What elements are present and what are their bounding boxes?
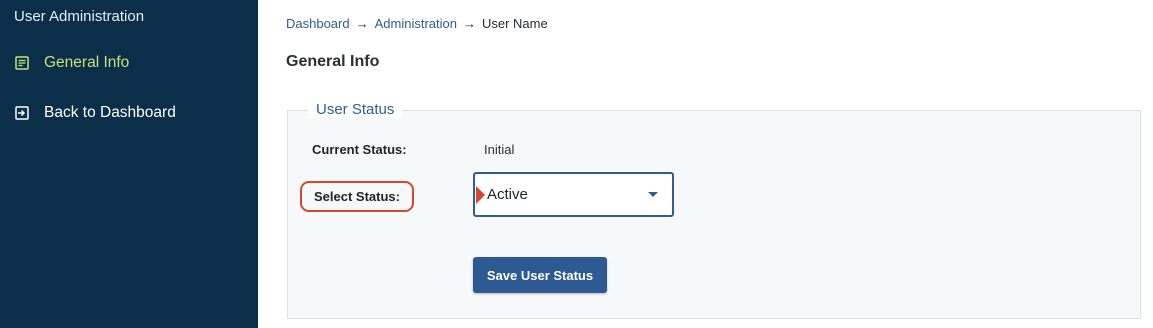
page-title: General Info bbox=[286, 53, 380, 70]
sidebar: User Administration General Info Back to… bbox=[0, 0, 258, 328]
select-status-label: Select Status: bbox=[300, 181, 414, 212]
list-icon bbox=[14, 55, 30, 71]
current-status-label: Current Status: bbox=[312, 142, 407, 157]
status-select[interactable]: Active bbox=[473, 172, 674, 217]
sidebar-item-label: General Info bbox=[44, 54, 130, 71]
chevron-down-icon[interactable] bbox=[648, 192, 658, 197]
breadcrumb-dashboard[interactable]: Dashboard bbox=[286, 16, 350, 31]
app-root: User Administration General Info Back to… bbox=[0, 0, 1153, 328]
user-status-legend: User Status bbox=[308, 101, 403, 118]
breadcrumb-current: User Name bbox=[481, 16, 548, 31]
exit-icon bbox=[14, 105, 30, 121]
current-status-value: Initial bbox=[484, 142, 515, 157]
sidebar-item-back-to-dashboard[interactable]: Back to Dashboard bbox=[14, 101, 176, 125]
breadcrumb: Dashboard → Administration → User Name bbox=[286, 16, 548, 31]
breadcrumb-separator: → bbox=[355, 16, 369, 31]
sidebar-title: User Administration bbox=[14, 8, 145, 25]
breadcrumb-separator: → bbox=[462, 16, 476, 31]
save-user-status-button[interactable]: Save User Status bbox=[473, 257, 607, 293]
breadcrumb-administration[interactable]: Administration bbox=[375, 16, 457, 31]
main-content: Dashboard → Administration → User Name G… bbox=[258, 0, 1153, 328]
status-select-value: Active bbox=[487, 186, 528, 203]
sidebar-item-general-info[interactable]: General Info bbox=[14, 51, 129, 75]
sidebar-item-label: Back to Dashboard bbox=[44, 104, 176, 121]
pointer-marker-icon bbox=[476, 185, 485, 204]
user-status-panel: User Status Current Status: Initial Sele… bbox=[287, 101, 1141, 319]
